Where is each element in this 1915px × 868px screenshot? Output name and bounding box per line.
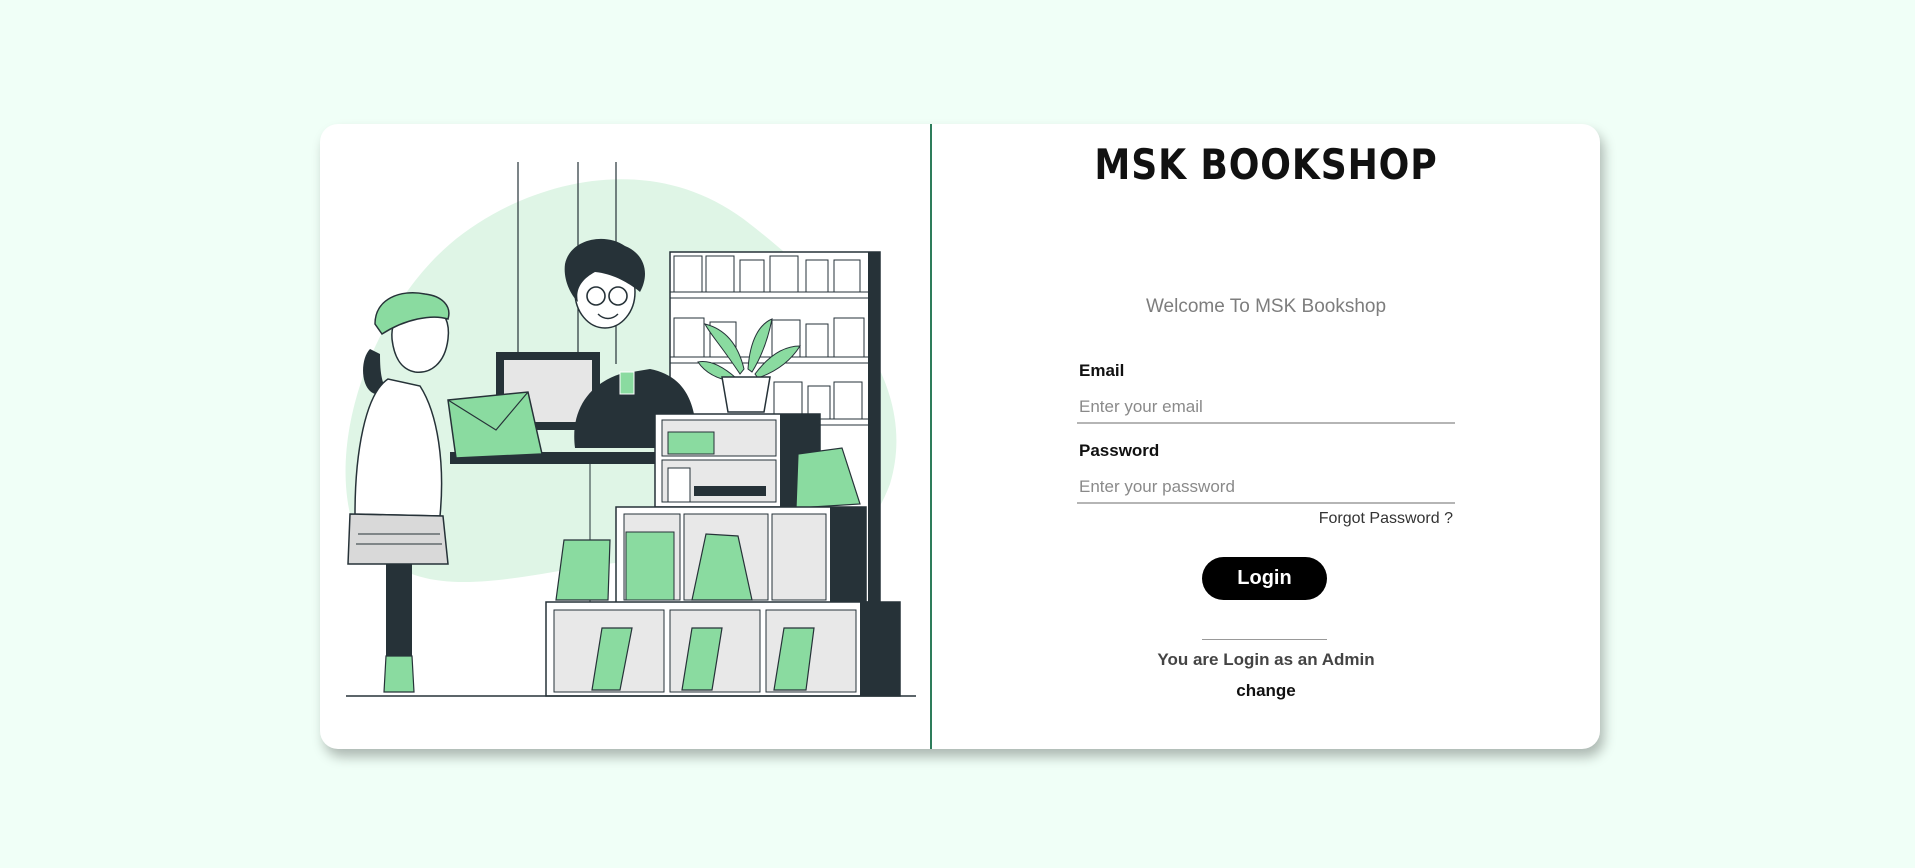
- bookshop-illustration: [345, 162, 916, 697]
- change-role-link[interactable]: change: [932, 681, 1600, 701]
- role-note: You are Login as an Admin: [1157, 650, 1375, 669]
- separator-line: [1202, 639, 1327, 640]
- login-button[interactable]: Login: [1202, 557, 1327, 600]
- illustration-panel: [320, 124, 930, 749]
- forgot-password-link[interactable]: Forgot Password ?: [1077, 510, 1453, 528]
- login-panel: MSK BOOKSHOP Welcome To MSK Bookshop Ema…: [932, 124, 1600, 749]
- email-field[interactable]: [1077, 392, 1455, 424]
- password-field[interactable]: [1077, 472, 1455, 504]
- login-card: MSK BOOKSHOP Welcome To MSK Bookshop Ema…: [320, 124, 1600, 749]
- welcome-heading: Welcome To MSK Bookshop: [1145, 296, 1387, 317]
- password-label: Password: [1079, 441, 1160, 460]
- email-label: Email: [1079, 361, 1125, 380]
- brand-title: MSK BOOKSHOP: [1094, 140, 1438, 189]
